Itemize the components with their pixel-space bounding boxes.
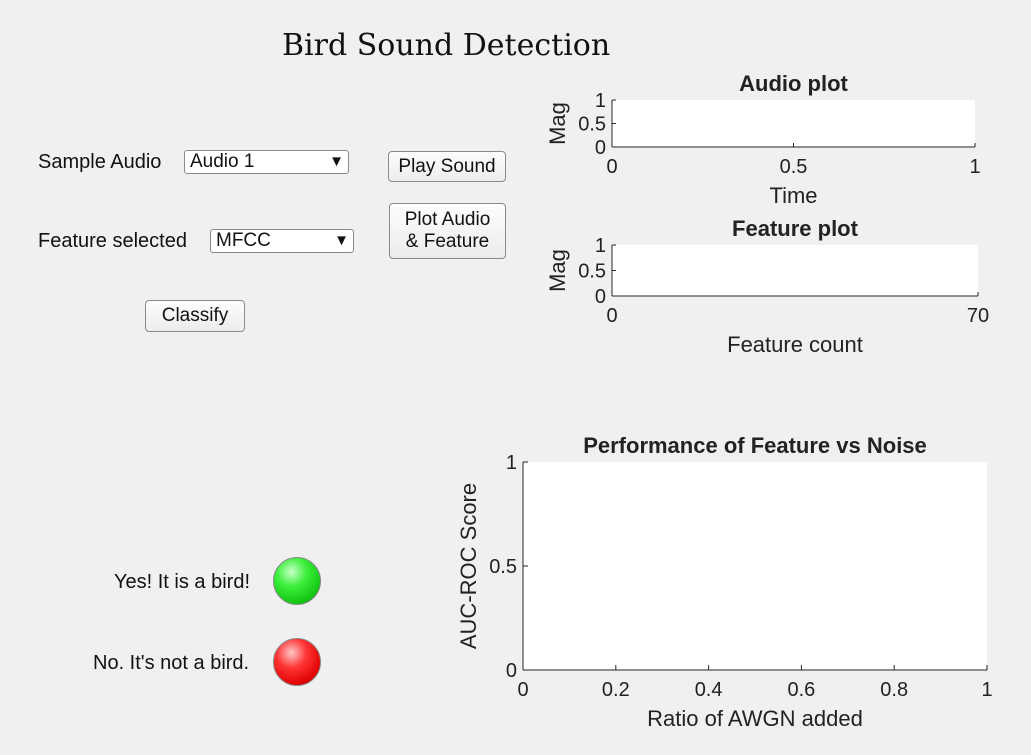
y-tick-label: 0.5 bbox=[578, 114, 606, 136]
x-axis-label: Ratio of AWGN added bbox=[647, 706, 863, 731]
bird-yes-label: Yes! It is a bird! bbox=[114, 571, 250, 593]
bird-no-lamp bbox=[273, 638, 321, 686]
y-axis-label: AUC-ROC Score bbox=[456, 483, 481, 649]
y-tick-label: 0.5 bbox=[578, 261, 606, 283]
y-tick-label: 0 bbox=[595, 286, 606, 308]
x-tick-label: 0.6 bbox=[787, 679, 815, 701]
feature-plot-chart: 0 7000.51Feature plotFeature countMag bbox=[545, 216, 989, 357]
x-tick-label: 0.8 bbox=[880, 679, 908, 701]
x-tick-label: 0 bbox=[606, 156, 617, 178]
x-tick-label: 0.4 bbox=[695, 679, 723, 701]
bird-no-label: No. It's not a bird. bbox=[93, 652, 250, 674]
plot-area bbox=[612, 245, 978, 296]
app-title: Bird Sound Detection bbox=[282, 28, 611, 63]
y-tick-label: 1 bbox=[506, 452, 517, 474]
y-tick-label: 0.5 bbox=[489, 556, 517, 578]
feature-selected-label: Feature selected bbox=[38, 230, 187, 252]
audio-plot-chart: 0 0.5 100.51Audio plotTimeMag bbox=[545, 71, 981, 208]
sample-audio-dropdown[interactable]: Audio 1 ▼ bbox=[184, 150, 349, 174]
bird-yes-lamp bbox=[273, 557, 321, 605]
dropdown-arrow-icon: ▼ bbox=[329, 153, 344, 170]
performance-chart: 0 0.2 0.4 0.6 0.8 1 0 0.5 1 Performance of Featur… bbox=[456, 433, 993, 731]
dropdown-arrow-icon: ▼ bbox=[334, 232, 349, 249]
feature-dropdown[interactable]: MFCC ▼ bbox=[210, 229, 354, 253]
feature-value: MFCC bbox=[216, 230, 271, 251]
sample-audio-label: Sample Audio bbox=[38, 151, 162, 173]
x-tick-label: 0.2 bbox=[602, 679, 630, 701]
plot-area bbox=[523, 462, 987, 670]
y-axis-label: Mag bbox=[545, 102, 570, 145]
x-tick-label: 0 bbox=[517, 679, 528, 701]
play-sound-button[interactable]: Play Sound bbox=[388, 151, 506, 182]
x-axis-label: Time bbox=[769, 183, 817, 208]
chart-title: Audio plot bbox=[739, 71, 848, 96]
chart-title: Feature plot bbox=[732, 216, 859, 241]
chart-title: Performance of Feature vs Noise bbox=[583, 433, 927, 458]
x-tick-label: 1 bbox=[981, 679, 992, 701]
plot-button-line2: & Feature bbox=[405, 231, 490, 252]
sample-audio-value: Audio 1 bbox=[190, 151, 255, 172]
x-tick-label: 1 bbox=[969, 156, 980, 178]
x-tick-label: 0.5 bbox=[780, 156, 808, 178]
x-tick-label: 70 bbox=[967, 305, 989, 327]
x-tick-label: 0 bbox=[606, 305, 617, 327]
y-tick-label: 1 bbox=[595, 235, 606, 257]
x-axis-label: Feature count bbox=[727, 332, 863, 357]
y-tick-label: 0 bbox=[595, 137, 606, 159]
classify-button[interactable]: Classify bbox=[145, 300, 245, 332]
y-axis-label: Mag bbox=[545, 249, 570, 292]
y-tick-label: 1 bbox=[595, 90, 606, 112]
plot-audio-feature-button[interactable]: Plot Audio & Feature bbox=[389, 203, 506, 259]
plot-button-line1: Plot Audio bbox=[404, 209, 491, 230]
plot-area bbox=[612, 100, 975, 147]
y-tick-label: 0 bbox=[506, 660, 517, 682]
